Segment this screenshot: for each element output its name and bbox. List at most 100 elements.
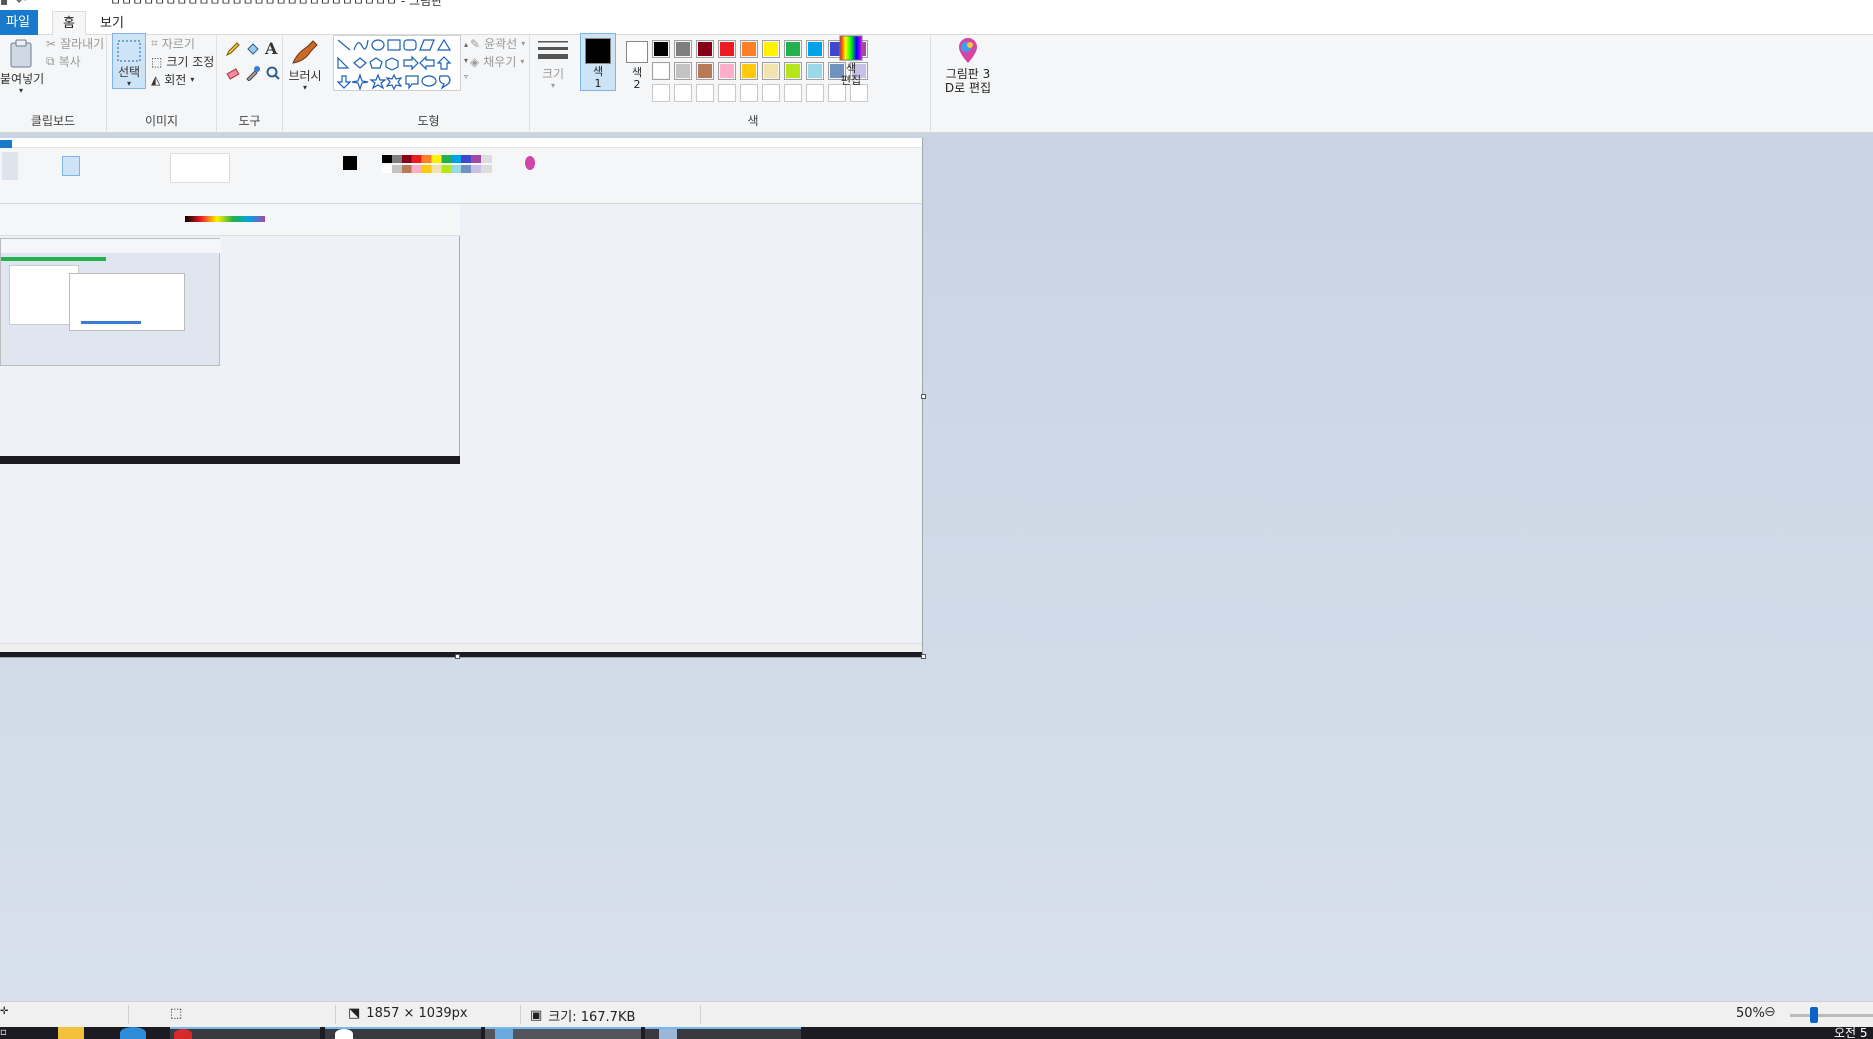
size-label: 크기: [541, 67, 565, 81]
custom-color-slot[interactable]: [674, 84, 692, 102]
cut-button[interactable]: ✂ 잘라내기: [46, 35, 104, 52]
status-divider: [335, 1005, 336, 1024]
custom-color-slot[interactable]: [652, 84, 670, 102]
paste-button[interactable]: 붙여넣기 ▾: [0, 39, 45, 95]
image-group-label: 이미지: [144, 114, 179, 128]
paste-label: 붙여넣기: [0, 72, 45, 86]
browser-icon[interactable]: [120, 1027, 146, 1039]
dimensions-text: 1857 × 1039px: [366, 1006, 468, 1021]
image-group: 선택 ▾ ⌗ 자르기 ⬚ 크기 조정 ◭ 회전 ▾ 이미지: [107, 33, 217, 133]
custom-color-slot[interactable]: [762, 84, 780, 102]
chevron-down-icon: ▾: [521, 39, 526, 48]
undo-icon[interactable]: ↶: [16, 0, 26, 8]
chevron-down-icon: ▾: [550, 81, 555, 90]
rotate-button[interactable]: ◭ 회전 ▾: [151, 71, 194, 88]
palette-swatch[interactable]: [784, 40, 802, 58]
custom-color-slot[interactable]: [806, 84, 824, 102]
palette-swatch[interactable]: [740, 62, 758, 80]
fill-button[interactable]: ◈ 채우기 ▾: [470, 53, 524, 70]
scissors-icon: ✂: [46, 36, 57, 51]
nested-taskbar: [0, 652, 922, 657]
crop-button[interactable]: ⌗ 자르기: [151, 35, 195, 52]
colors-group: 색 1 색 2 색 편집 색: [576, 33, 931, 133]
palette-swatch[interactable]: [784, 62, 802, 80]
palette-swatch[interactable]: [740, 40, 758, 58]
resize-handle-corner[interactable]: [921, 654, 926, 659]
taskbar-app-3[interactable]: [645, 1027, 801, 1039]
copy-icon: ⧉: [46, 54, 55, 68]
color-picker-icon[interactable]: [245, 65, 261, 81]
magnifier-icon[interactable]: [265, 65, 281, 81]
palette-swatch[interactable]: [718, 40, 736, 58]
zoom-level: 50%: [1736, 1006, 1765, 1021]
tab-home[interactable]: 홈: [52, 11, 86, 35]
resize-icon: ⬚: [151, 54, 163, 69]
color1-button[interactable]: 색 1: [580, 33, 616, 91]
start-icon[interactable]: ▫: [0, 1027, 20, 1039]
palette-swatch[interactable]: [696, 40, 714, 58]
fill-bucket-icon[interactable]: [245, 41, 261, 57]
file-explorer-icon[interactable]: [58, 1027, 84, 1039]
color2-button[interactable]: 색 2: [620, 35, 654, 91]
resize-handle-right[interactable]: [921, 394, 926, 399]
chevron-down-icon: ▾: [190, 75, 195, 84]
taskbar-app-2[interactable]: [325, 1027, 481, 1039]
text-tool-icon[interactable]: A: [265, 39, 277, 58]
eraser-icon[interactable]: [225, 65, 241, 81]
resize-handle-bottom[interactable]: [455, 654, 460, 659]
shapes-gallery[interactable]: [333, 35, 461, 91]
custom-color-slot[interactable]: [718, 84, 736, 102]
custom-color-slot[interactable]: [740, 84, 758, 102]
paint3d-label: 그림판 3 D로 편집: [944, 67, 992, 95]
paint3d-button[interactable]: 그림판 3 D로 편집: [938, 37, 998, 95]
pencil-icon[interactable]: [225, 41, 241, 57]
palette-swatch[interactable]: [696, 62, 714, 80]
custom-color-slot[interactable]: [696, 84, 714, 102]
palette-swatch[interactable]: [806, 62, 824, 80]
selection-icon: ⬚: [170, 1006, 183, 1021]
edit-colors-label: 색 편집: [840, 62, 862, 87]
rotate-icon: ◭: [151, 72, 161, 87]
custom-color-slot[interactable]: [784, 84, 802, 102]
palette-swatch[interactable]: [674, 62, 692, 80]
app-icon: [659, 1029, 677, 1039]
color-wheel-icon: [839, 35, 863, 61]
outline-button[interactable]: ✎ 윤곽선 ▾: [470, 35, 525, 52]
edit-colors-button[interactable]: 색 편집: [836, 35, 866, 87]
zoom-slider-track[interactable]: [1790, 1014, 1873, 1017]
select-button[interactable]: 선택 ▾: [112, 33, 146, 89]
zoom-slider-thumb[interactable]: [1810, 1007, 1818, 1023]
color2-swatch: [626, 41, 648, 63]
title-bar: ▪ ↶ ㅁㅁㅁㅁㅁㅁㅁㅁㅁㅁㅁㅁㅁㅁㅁㅁㅁㅁㅁㅁㅁㅁㅁㅁㅁㅁ - 그림판: [0, 0, 1873, 8]
palette-swatch[interactable]: [652, 62, 670, 80]
nested-screenshot-level3: [0, 238, 221, 366]
tab-view[interactable]: 보기: [90, 12, 134, 35]
crop-label: 자르기: [161, 37, 195, 51]
taskbar-app-paint[interactable]: [485, 1027, 641, 1039]
taskbar-clock: 오전 5: [1834, 1027, 1868, 1039]
tab-file[interactable]: 파일: [0, 10, 38, 35]
copy-button[interactable]: ⧉ 복사: [46, 53, 81, 70]
palette-swatch[interactable]: [674, 40, 692, 58]
cursor-arrow-icon: ✛: [0, 1006, 9, 1017]
palette-swatch[interactable]: [806, 40, 824, 58]
rotate-label: 회전: [164, 73, 187, 87]
paste-icon: [10, 39, 32, 68]
status-bar: ✛ ⬚ ⬔ 1857 × 1039px ▣ 크기: 167.7KB 50% ⊖: [0, 1001, 1873, 1027]
chevron-down-icon: ▾: [520, 57, 525, 66]
shapes-gallery-scroll[interactable]: ▴ ▾ ▿: [464, 37, 468, 85]
palette-swatch[interactable]: [652, 40, 670, 58]
tools-group-label: 도구: [238, 114, 261, 128]
palette-swatch[interactable]: [762, 62, 780, 80]
size-button[interactable]: 크기 ▾: [532, 37, 574, 90]
zoom-out-icon[interactable]: ⊖: [1764, 1004, 1776, 1020]
palette-swatch[interactable]: [718, 62, 736, 80]
resize-label: 크기 조정: [166, 55, 215, 69]
shapes-group: ▴ ▾ ▿ ✎ 윤곽선 ▾ ◈ 채우기 ▾ 도형: [328, 35, 530, 133]
resize-button[interactable]: ⬚ 크기 조정: [151, 53, 214, 70]
save-icon[interactable]: ▪: [0, 0, 8, 8]
palette-swatch[interactable]: [762, 40, 780, 58]
drawing-canvas[interactable]: [0, 138, 923, 658]
taskbar-app-1[interactable]: [170, 1027, 320, 1039]
brushes-button[interactable]: 브러시 ▾: [286, 37, 324, 92]
